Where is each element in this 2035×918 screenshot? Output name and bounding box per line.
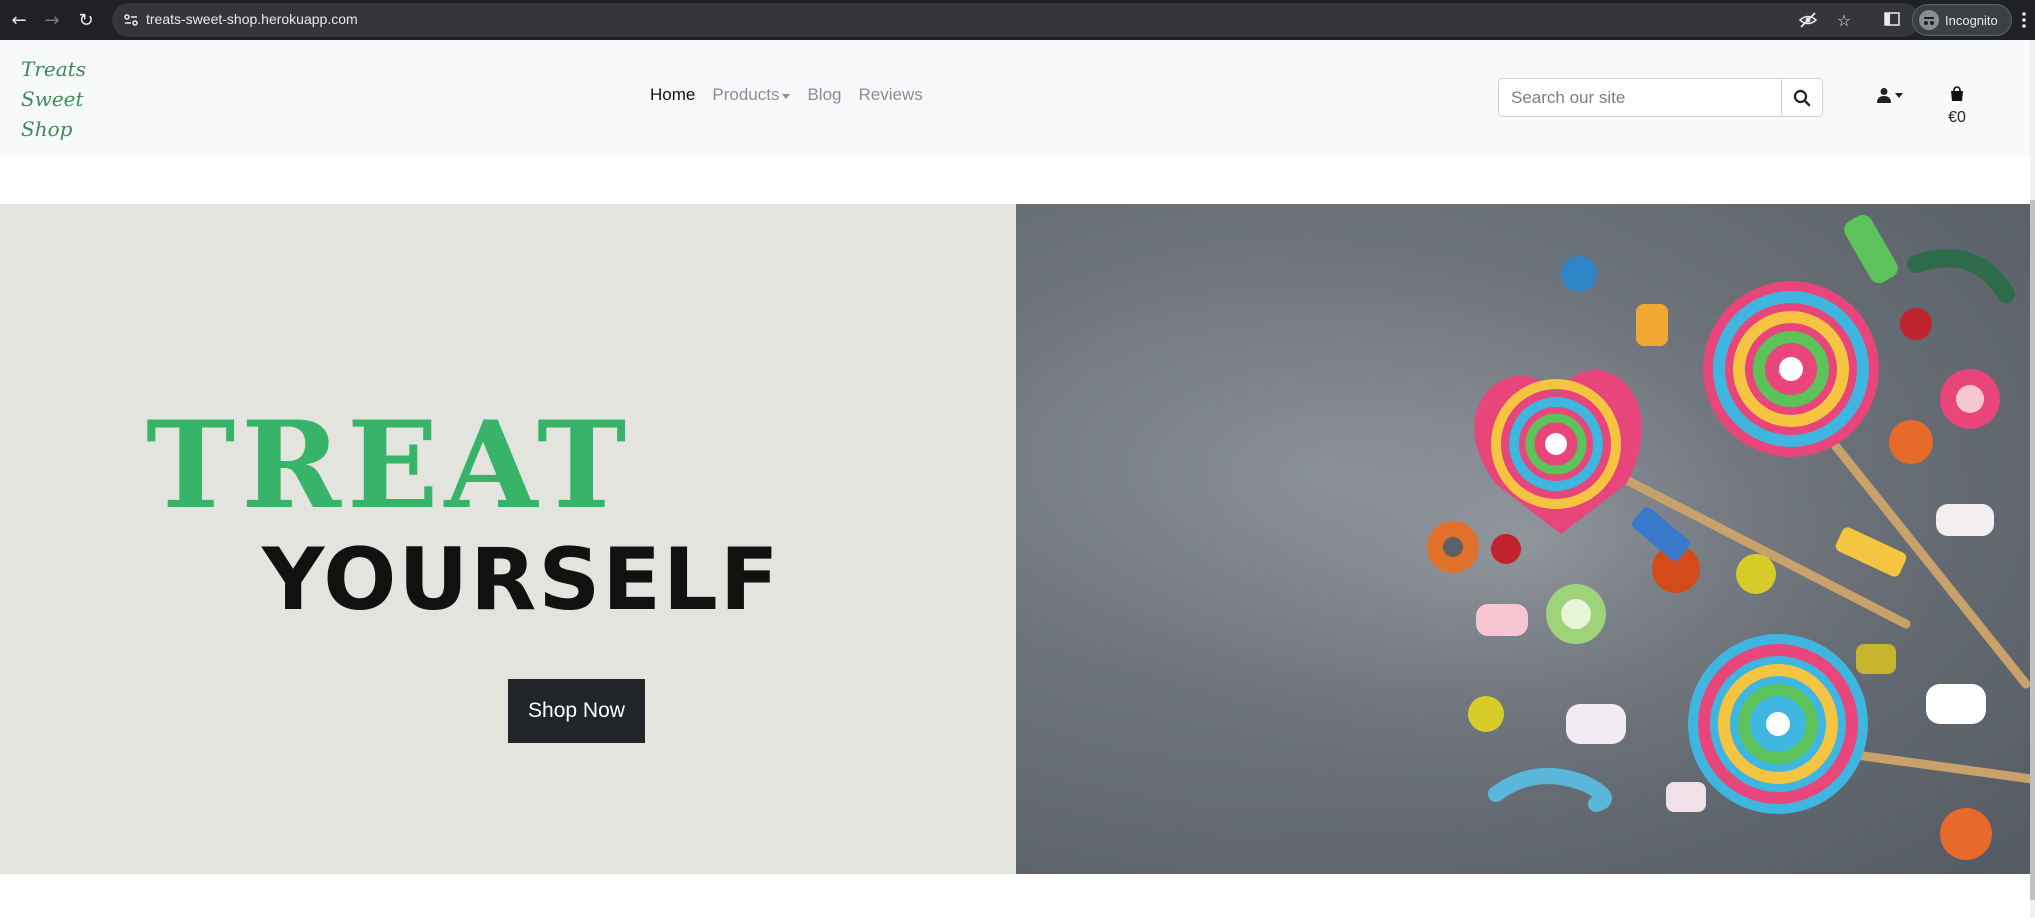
round-lollipop-bottom [1688, 634, 1868, 814]
user-icon [1877, 88, 1891, 103]
shop-now-button[interactable]: Shop Now [508, 679, 645, 743]
search-button[interactable] [1781, 78, 1823, 117]
site-logo[interactable]: Treats Sweet Shop [21, 54, 86, 144]
url-text[interactable]: treats-sweet-shop.herokuapp.com [146, 11, 358, 27]
caret-down-icon [1895, 92, 1903, 98]
hero-candy-image [1016, 204, 2032, 874]
search-form [1498, 78, 1823, 117]
nav-reviews[interactable]: Reviews [858, 85, 922, 105]
nav-blog[interactable]: Blog [807, 85, 841, 105]
main-nav: Home Products Blog Reviews [650, 85, 923, 105]
candy-illustration [1016, 204, 2032, 874]
round-lollipop-top [1703, 281, 1879, 457]
address-bar[interactable]: treats-sweet-shop.herokuapp.com ☆ [112, 3, 1920, 37]
logo-line-1: Treats [21, 57, 86, 81]
incognito-label: Incognito [1945, 12, 1998, 28]
site-header: Treats Sweet Shop Home Products Blog Rev… [0, 40, 2035, 156]
search-input[interactable] [1498, 78, 1781, 117]
incognito-badge[interactable]: Incognito [1912, 4, 2012, 36]
logo-line-2: Sweet [21, 87, 84, 111]
bag-total: €0 [1948, 109, 1966, 126]
site-settings-icon[interactable] [122, 11, 140, 29]
scrollbar-thumb[interactable] [2030, 200, 2035, 900]
hero-banner-left: TREAT YOURSELF Shop Now [0, 204, 1016, 874]
more-menu-icon[interactable] [2020, 10, 2028, 30]
logo-line-3: Shop [21, 117, 73, 141]
incognito-icon [1919, 10, 1939, 30]
account-dropdown[interactable] [1876, 87, 1903, 103]
reload-icon[interactable]: ↻ [74, 8, 98, 32]
back-icon[interactable]: ← [7, 8, 31, 32]
hero-title-treat: TREAT [146, 395, 633, 536]
page-scrollbar[interactable] [2030, 40, 2035, 918]
bookmark-star-icon[interactable]: ☆ [1834, 10, 1854, 30]
eye-off-icon[interactable] [1798, 10, 1818, 30]
browser-toolbar: ← → ↻ treats-sweet-shop.herokuapp.com ☆ … [0, 0, 2035, 40]
side-panel-icon[interactable] [1882, 9, 1902, 29]
caret-down-icon [782, 93, 791, 99]
nav-products-label: Products [712, 85, 780, 104]
shopping-bag-icon [1951, 86, 1963, 101]
nav-products-dropdown[interactable]: Products [712, 85, 791, 105]
nav-home[interactable]: Home [650, 85, 695, 105]
forward-icon[interactable]: → [40, 8, 64, 32]
search-icon [1793, 89, 1811, 106]
hero-title-yourself: YOURSELF [262, 530, 781, 630]
shopping-bag-link[interactable]: €0 [1942, 86, 1972, 127]
